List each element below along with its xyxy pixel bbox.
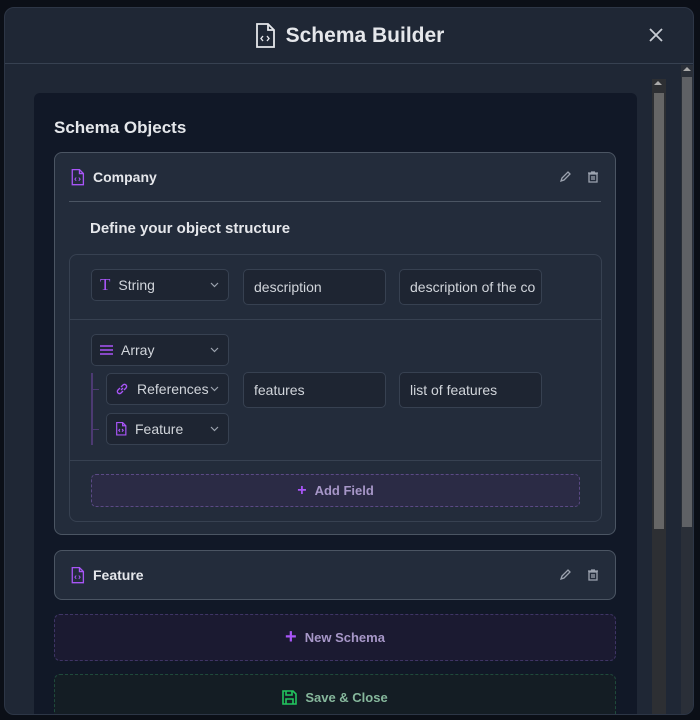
- field-name-input[interactable]: description: [243, 269, 386, 305]
- link-icon: [116, 383, 128, 395]
- schema-objects-panel: Schema Objects Company Define your objec…: [34, 93, 637, 714]
- field-description-input[interactable]: list of features: [399, 372, 542, 408]
- chevron-down-icon: [210, 347, 219, 353]
- modal-header: Schema Builder: [5, 8, 693, 64]
- schema-builder-modal: Schema Builder Schema Objects Company De…: [4, 7, 694, 715]
- fields-container: T String description description of the …: [69, 254, 602, 522]
- chevron-down-icon: [210, 282, 219, 288]
- schema-card-header[interactable]: Company: [55, 153, 615, 201]
- field-description-input[interactable]: description of the co: [399, 269, 542, 305]
- schema-name: Feature: [93, 567, 144, 583]
- divider: [70, 460, 601, 461]
- plus-icon: +: [297, 481, 307, 499]
- schema-card-feature: Feature: [54, 550, 616, 600]
- text-type-icon: T: [100, 275, 111, 294]
- plus-icon: +: [285, 626, 297, 648]
- tree-branch: [91, 389, 99, 390]
- schema-card-company: Company Define your object structure T S…: [54, 152, 616, 535]
- field-name-input[interactable]: features: [243, 372, 386, 408]
- file-code-icon: [71, 566, 85, 583]
- trash-icon[interactable]: [586, 568, 600, 582]
- edit-icon[interactable]: [558, 568, 572, 582]
- file-code-icon: [116, 422, 127, 436]
- tree-branch: [91, 429, 99, 430]
- reference-target-select[interactable]: Feature: [106, 413, 229, 445]
- new-schema-button[interactable]: + New Schema: [54, 614, 616, 661]
- inner-scrollbar[interactable]: [652, 79, 666, 714]
- file-code-icon: [71, 168, 85, 185]
- trash-icon[interactable]: [586, 170, 600, 184]
- type-select-references[interactable]: References: [106, 373, 229, 405]
- define-structure-label: Define your object structure: [90, 220, 291, 237]
- panel-title: Schema Objects: [54, 118, 187, 137]
- tree-line: [91, 373, 93, 445]
- type-select-string[interactable]: T String: [91, 269, 229, 301]
- file-code-icon: [255, 22, 275, 48]
- modal-title: Schema Builder: [285, 23, 445, 47]
- save-close-button[interactable]: Save & Close: [54, 674, 616, 714]
- outer-scrollbar[interactable]: [681, 65, 693, 714]
- add-field-button[interactable]: + Add Field: [91, 474, 580, 507]
- chevron-down-icon: [210, 426, 219, 432]
- save-icon: [282, 690, 298, 705]
- close-icon[interactable]: [645, 24, 667, 46]
- chevron-down-icon: [210, 386, 219, 392]
- divider: [70, 319, 601, 320]
- edit-icon[interactable]: [558, 170, 572, 184]
- schema-card-header[interactable]: Feature: [55, 551, 615, 599]
- list-icon: [100, 345, 113, 355]
- schema-name: Company: [93, 169, 157, 185]
- type-select-array[interactable]: Array: [91, 334, 229, 366]
